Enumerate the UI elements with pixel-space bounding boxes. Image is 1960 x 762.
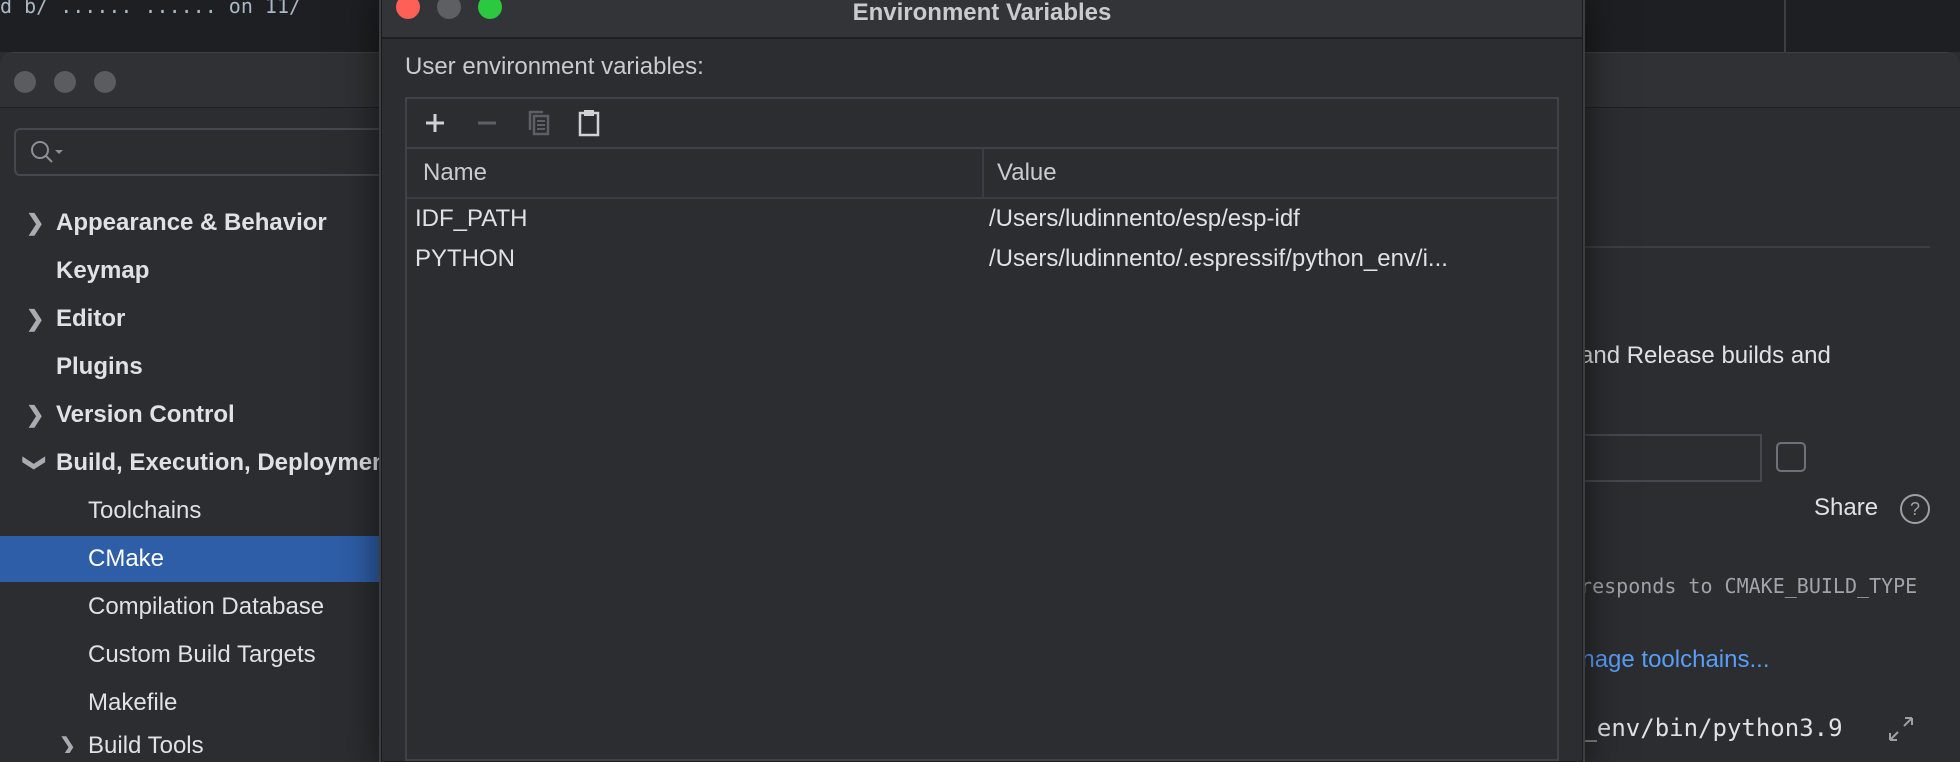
section-divider xyxy=(1580,246,1930,248)
build-type-hint: rresponds to CMAKE_BUILD_TYPE xyxy=(1568,574,1918,598)
table-toolbar xyxy=(407,99,1557,149)
search-icon xyxy=(31,141,63,163)
column-separator[interactable] xyxy=(982,149,984,197)
chevron-right-icon[interactable]: ❯ xyxy=(26,200,44,246)
sidebar-item-appearance-behavior[interactable]: ❯ Appearance & Behavior xyxy=(0,200,379,246)
sidebar-item-compilation-database[interactable]: Compilation Database xyxy=(0,584,379,630)
column-header-name[interactable]: Name xyxy=(423,149,487,197)
remove-icon[interactable] xyxy=(471,107,503,139)
settings-maximize-button[interactable] xyxy=(94,71,116,93)
profile-name-field[interactable] xyxy=(1580,434,1762,482)
paste-icon[interactable] xyxy=(573,107,605,139)
env-variables-table: Name Value IDF_PATH /Users/ludinnento/es… xyxy=(405,97,1559,761)
chevron-down-icon[interactable]: ❯ xyxy=(12,454,58,472)
dialog-titlebar: Environment Variables xyxy=(382,0,1582,39)
chevron-right-icon[interactable]: ❯ xyxy=(26,296,44,342)
table-header: Name Value xyxy=(407,149,1557,199)
sidebar-item-editor[interactable]: ❯ Editor xyxy=(0,296,379,342)
environment-variables-dialog: Environment Variables User environment v… xyxy=(381,0,1583,762)
help-icon[interactable]: ? xyxy=(1900,494,1930,524)
column-header-value[interactable]: Value xyxy=(997,149,1057,197)
settings-minimize-button[interactable] xyxy=(54,71,76,93)
settings-close-button[interactable] xyxy=(14,71,36,93)
code-fragment: d b/ ...... ...... on 11/ xyxy=(0,0,302,18)
table-row[interactable]: IDF_PATH /Users/ludinnento/esp/esp-idf xyxy=(407,199,1557,239)
sidebar-item-toolchains[interactable]: Toolchains xyxy=(0,488,379,534)
sidebar-item-custom-build-targets[interactable]: Custom Build Targets xyxy=(0,632,379,678)
sidebar-item-cmake[interactable]: CMake xyxy=(0,536,379,582)
sidebar-item-version-control[interactable]: ❯ Version Control xyxy=(0,392,379,438)
env-value-cell[interactable]: /Users/ludinnento/.espressif/python_env/… xyxy=(989,239,1549,279)
editor-divider xyxy=(1784,0,1786,52)
env-value-cell[interactable]: /Users/ludinnento/esp/esp-idf xyxy=(989,199,1549,239)
expand-icon[interactable] xyxy=(1886,714,1916,744)
manage-toolchains-link[interactable]: anage toolchains... xyxy=(1568,646,1769,674)
chevron-right-icon[interactable]: ❯ xyxy=(26,392,44,438)
profiles-description: g and Release builds and xyxy=(1560,342,1831,369)
sidebar-item-plugins[interactable]: Plugins xyxy=(0,344,379,390)
python-path-field[interactable]: 9_env/bin/python3.9 xyxy=(1568,714,1843,742)
env-name-cell[interactable]: PYTHON xyxy=(415,239,975,279)
settings-sidebar: ❯ Appearance & Behavior Keymap ❯ Editor … xyxy=(0,108,379,753)
copy-icon[interactable] xyxy=(523,107,555,139)
dialog-title: Environment Variables xyxy=(852,0,1112,26)
share-label: Share xyxy=(1814,494,1879,521)
sidebar-item-build-tools[interactable]: ❯ Build Tools xyxy=(0,723,379,753)
env-name-cell[interactable]: IDF_PATH xyxy=(415,199,975,239)
settings-search-input[interactable] xyxy=(14,128,379,176)
user-env-label: User environment variables: xyxy=(405,53,704,80)
chevron-right-icon[interactable]: ❯ xyxy=(58,723,76,753)
table-row[interactable]: PYTHON /Users/ludinnento/.espressif/pyth… xyxy=(407,239,1557,279)
add-icon[interactable] xyxy=(419,107,451,139)
sidebar-item-build-execution-deployment[interactable]: ❯ Build, Execution, Deployment xyxy=(0,440,379,486)
sidebar-item-makefile[interactable]: Makefile xyxy=(0,680,379,726)
share-checkbox[interactable] xyxy=(1776,442,1806,472)
sidebar-item-keymap[interactable]: Keymap xyxy=(0,248,379,294)
